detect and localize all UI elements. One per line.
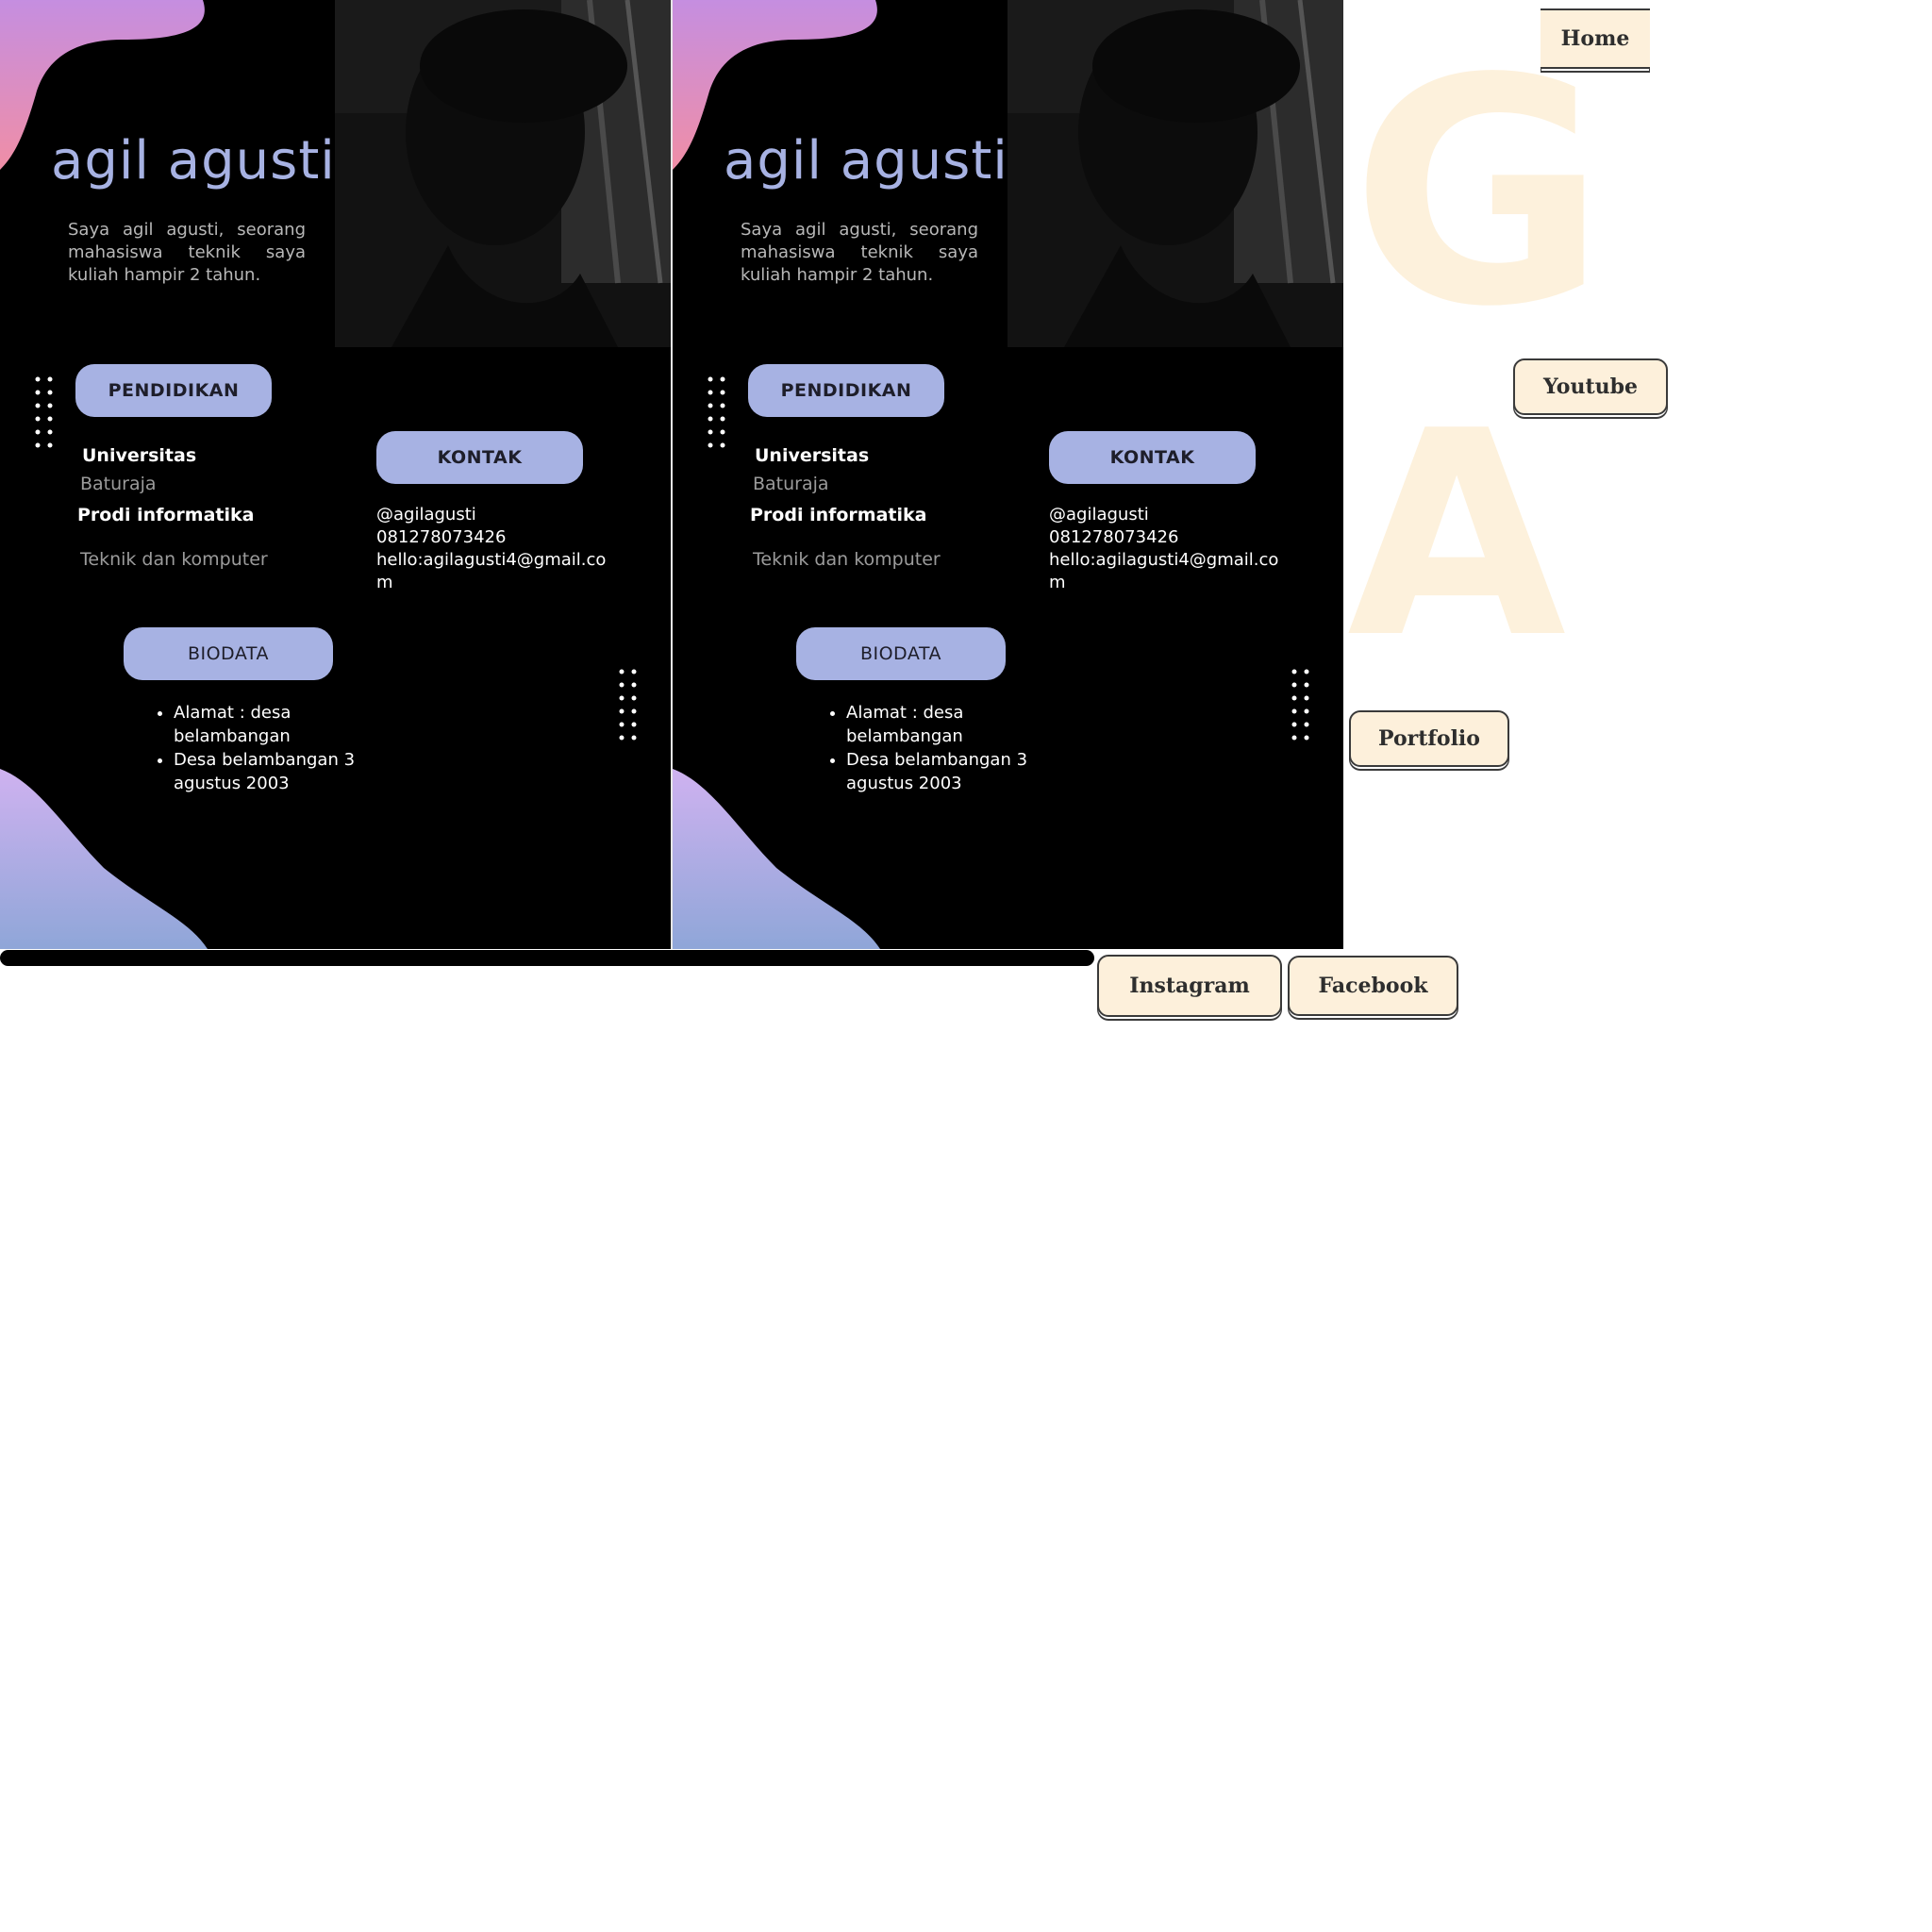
biodata-list: Alamat : desa belambangan Desa belambang… bbox=[808, 701, 1035, 795]
facebook-button[interactable]: Facebook bbox=[1288, 956, 1458, 1016]
biodata-item: Desa belambangan 3 agustus 2003 bbox=[846, 748, 1035, 795]
contact-email: hello:agilagusti4@gmail.com bbox=[1049, 550, 1279, 592]
education-university: Universitas bbox=[755, 445, 870, 466]
education-university: Universitas bbox=[82, 445, 197, 466]
decor-letter-g: G bbox=[1351, 12, 1607, 375]
home-button[interactable]: Home bbox=[1541, 8, 1650, 69]
contact-email: hello:agilagusti4@gmail.com bbox=[376, 550, 607, 592]
contact-list: @agilagusti 081278073426 hello:agilagust… bbox=[376, 504, 610, 594]
decor-letter-a: A bbox=[1347, 371, 1567, 700]
contact-phone: 081278073426 bbox=[1049, 527, 1179, 547]
biodata-item: Desa belambangan 3 agustus 2003 bbox=[174, 748, 362, 795]
profile-name: agil agusti bbox=[51, 130, 336, 192]
education-faculty: Teknik dan komputer bbox=[80, 549, 268, 570]
horizontal-scrollbar[interactable] bbox=[0, 950, 1094, 966]
kontak-heading: KONTAK bbox=[376, 431, 583, 484]
pendidikan-heading: PENDIDIKAN bbox=[748, 364, 944, 417]
youtube-button[interactable]: Youtube bbox=[1513, 358, 1668, 415]
biodata-item: Alamat : desa belambangan bbox=[174, 701, 362, 748]
education-faculty: Teknik dan komputer bbox=[753, 549, 941, 570]
profile-photo bbox=[335, 0, 671, 347]
biodata-heading: BIODATA bbox=[124, 627, 333, 680]
education-university-city: Baturaja bbox=[753, 474, 829, 494]
biodata-heading: BIODATA bbox=[796, 627, 1006, 680]
cv-card-2: agil agusti Saya agil agusti, seorang ma… bbox=[673, 0, 1343, 949]
profile-name: agil agusti bbox=[724, 130, 1008, 192]
portfolio-button[interactable]: Portfolio bbox=[1349, 710, 1509, 767]
education-program: Prodi informatika bbox=[750, 505, 927, 525]
profile-intro: Saya agil agusti, seorang mahasiswa tekn… bbox=[68, 220, 306, 285]
contact-list: @agilagusti 081278073426 hello:agilagust… bbox=[1049, 504, 1283, 594]
cv-card-1: agil agusti Saya agil agusti, seorang ma… bbox=[0, 0, 671, 949]
dot-grid-decoration bbox=[35, 376, 53, 448]
dot-grid-decoration bbox=[708, 376, 725, 448]
contact-handle: @agilagusti bbox=[376, 505, 476, 525]
profile-photo bbox=[1008, 0, 1343, 347]
dot-grid-decoration bbox=[1291, 669, 1309, 741]
biodata-list: Alamat : desa belambangan Desa belambang… bbox=[136, 701, 362, 795]
education-program: Prodi informatika bbox=[77, 505, 255, 525]
contact-phone: 081278073426 bbox=[376, 527, 507, 547]
biodata-item: Alamat : desa belambangan bbox=[846, 701, 1035, 748]
kontak-heading: KONTAK bbox=[1049, 431, 1256, 484]
pendidikan-heading: PENDIDIKAN bbox=[75, 364, 272, 417]
instagram-button[interactable]: Instagram bbox=[1097, 955, 1282, 1017]
education-university-city: Baturaja bbox=[80, 474, 157, 494]
contact-handle: @agilagusti bbox=[1049, 505, 1149, 525]
dot-grid-decoration bbox=[619, 669, 637, 741]
profile-intro: Saya agil agusti, seorang mahasiswa tekn… bbox=[741, 220, 978, 285]
